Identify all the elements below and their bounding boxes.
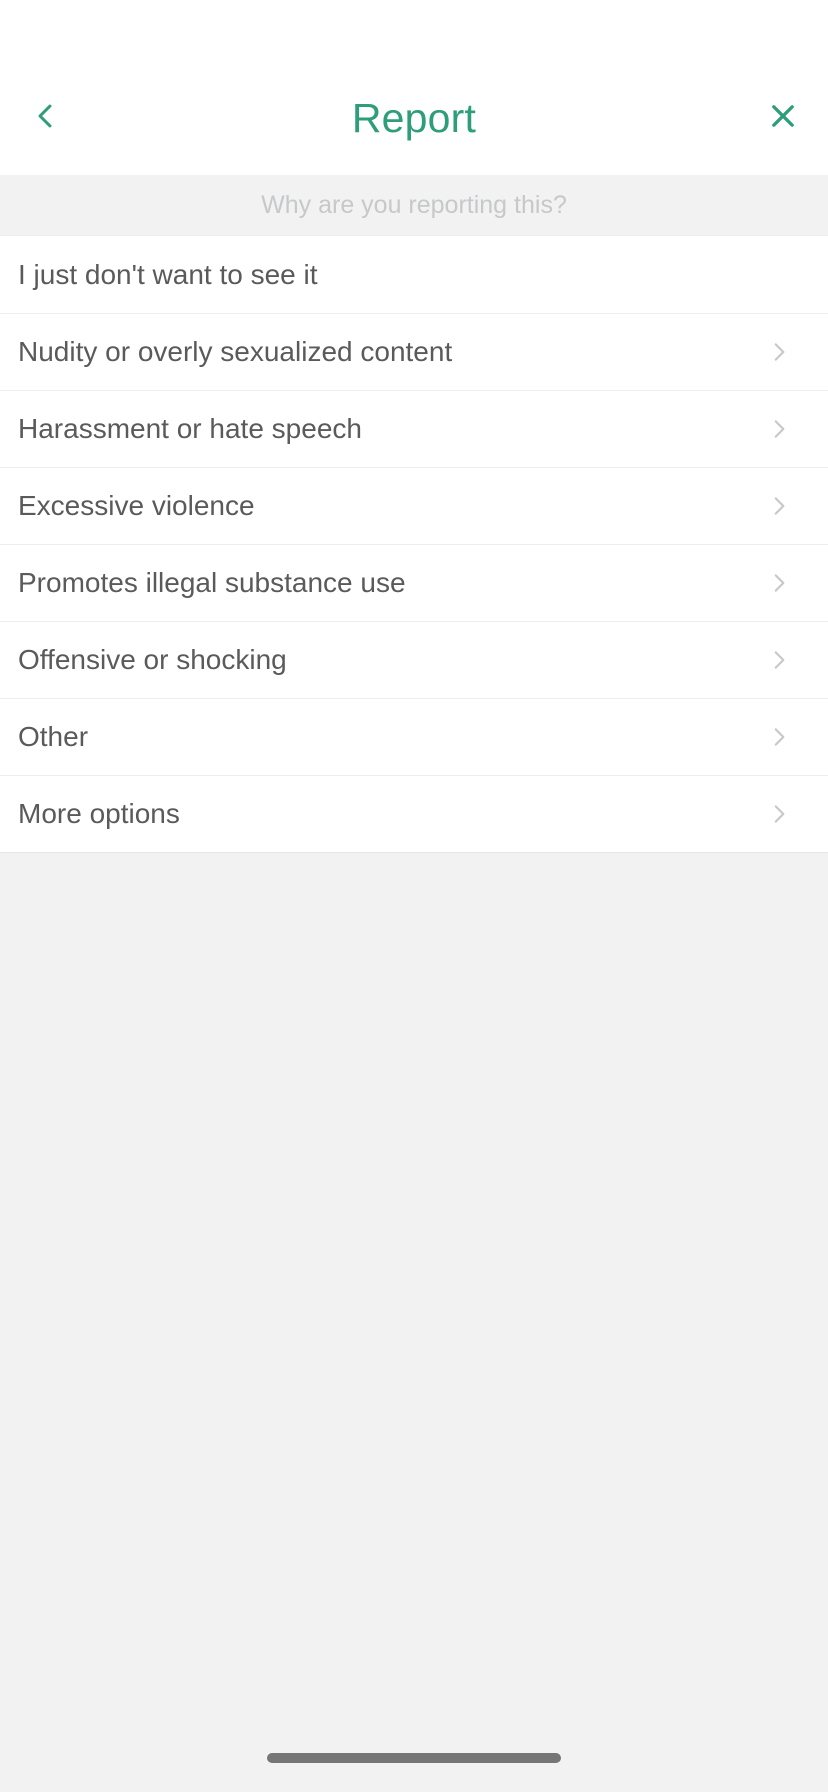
chevron-right-icon: [764, 799, 794, 829]
close-button[interactable]: [752, 88, 814, 150]
list-item-label: More options: [18, 798, 180, 829]
list-item[interactable]: Other: [0, 698, 828, 775]
list-item-label: Promotes illegal substance use: [18, 567, 406, 598]
list-item-label: Excessive violence: [18, 490, 255, 521]
report-reason-list: I just don't want to see it Nudity or ove…: [0, 236, 828, 853]
page-title: Report: [351, 95, 477, 141]
list-item[interactable]: Nudity or overly sexualized content: [0, 313, 828, 390]
report-prompt-text: Why are you reporting this?: [261, 190, 567, 219]
home-indicator-area: [0, 1724, 828, 1792]
chevron-right-icon: [764, 722, 794, 752]
home-indicator[interactable]: [267, 1753, 561, 1763]
list-item-label: Nudity or overly sexualized content: [18, 336, 453, 367]
status-bar: [0, 0, 828, 62]
list-item[interactable]: Harassment or hate speech: [0, 390, 828, 467]
chevron-right-icon: [764, 645, 794, 675]
close-x-icon: [766, 99, 800, 138]
navigation-header: Report: [0, 62, 828, 175]
list-item[interactable]: Excessive violence: [0, 467, 828, 544]
chevron-right-icon: [764, 414, 794, 444]
report-prompt-bar: Why are you reporting this?: [0, 175, 828, 236]
chevron-left-icon: [28, 99, 62, 138]
chevron-right-icon: [764, 568, 794, 598]
list-item-label: Offensive or shocking: [18, 644, 287, 675]
list-item-label: I just don't want to see it: [18, 258, 318, 290]
chevron-right-icon: [764, 491, 794, 521]
list-item[interactable]: More options: [0, 775, 828, 852]
list-item[interactable]: I just don't want to see it: [0, 236, 828, 313]
empty-content-area: [0, 853, 828, 1724]
back-button[interactable]: [14, 88, 76, 150]
chevron-right-icon: [764, 337, 794, 367]
list-item[interactable]: Promotes illegal substance use: [0, 544, 828, 621]
list-item-label: Other: [18, 721, 89, 752]
list-item[interactable]: Offensive or shocking: [0, 621, 828, 698]
list-item-label: Harassment or hate speech: [18, 413, 362, 444]
report-screen: Report Why are you reporting this? I jus…: [0, 0, 828, 1792]
